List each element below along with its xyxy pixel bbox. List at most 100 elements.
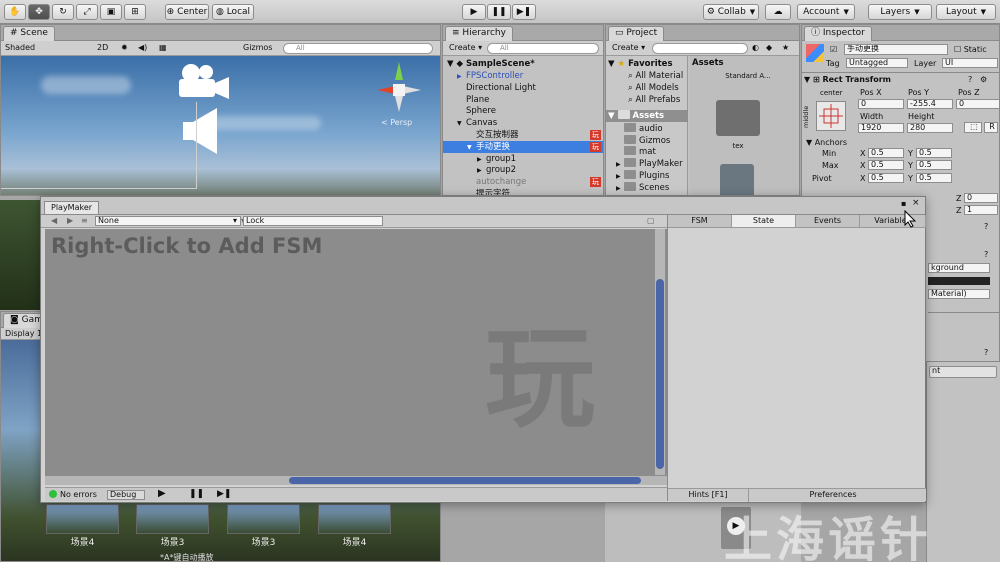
active-checkbox[interactable]: ☑ (830, 44, 837, 55)
space-toggle-button[interactable]: ◍ Local (212, 4, 254, 20)
hierarchy-item[interactable]: ▶ FPSController (443, 70, 603, 82)
layers-dropdown[interactable]: Layers ▼ (868, 4, 932, 20)
pivot-toggle-button[interactable]: ⊕ Center (165, 4, 209, 20)
hierarchy-item[interactable]: Plane (443, 94, 603, 106)
folder-item[interactable]: ▶ Scenes (616, 181, 669, 195)
step-icon[interactable]: ▶❚ (217, 488, 231, 500)
width-field[interactable]: 1920 (858, 123, 904, 133)
hierarchy-item[interactable]: Sphere (443, 105, 603, 117)
playmaker-badge-icon[interactable]: 玩 (590, 130, 601, 140)
grid-item-standard-assets[interactable]: Standard A... (698, 72, 798, 80)
tab-hierarchy[interactable]: ≡ Hierarchy (445, 26, 513, 41)
tab-scene[interactable]: # Scene (3, 26, 55, 41)
hierarchy-item[interactable]: ▶ group1 (443, 153, 603, 165)
color-swatch[interactable] (928, 277, 990, 285)
move-tool-icon[interactable]: ✥ (28, 4, 50, 20)
favorite-item[interactable]: ⌕ All Material (628, 70, 683, 82)
rect-transform-header[interactable]: ▼ ⊞ Rect Transform (804, 74, 891, 85)
horizontal-scroll-thumb[interactable] (289, 477, 641, 484)
folder-item[interactable]: ▶ PlayMaker (616, 158, 683, 170)
hints-button[interactable]: Hints [F1] (668, 490, 748, 499)
audio-toggle-icon[interactable]: ◀) (138, 42, 147, 54)
cloud-button[interactable]: ☁ (765, 4, 791, 20)
tab-project[interactable]: ▭ Project (608, 26, 665, 41)
folder-item[interactable]: mat (616, 146, 656, 158)
tab-inspector[interactable]: ⓘ Inspector (804, 26, 872, 41)
hierarchy-search-input[interactable]: All (487, 43, 599, 54)
project-search-input[interactable] (652, 43, 748, 54)
anchors-foldout[interactable]: ▼ Anchors (806, 137, 847, 148)
tab-state[interactable]: State (732, 215, 796, 227)
scene-thumbnail[interactable] (227, 504, 300, 534)
fsm-select-dropdown[interactable]: None (95, 216, 241, 226)
chevron-down-icon[interactable]: ▾ (233, 215, 237, 227)
collab-button[interactable]: ⚙ Collab ▼ (703, 4, 759, 20)
layout-dropdown[interactable]: Layout ▼ (936, 4, 996, 20)
play-button[interactable]: ▶ (462, 4, 486, 20)
hand-tool-icon[interactable]: ✋ (4, 4, 26, 20)
display-dropdown[interactable]: Display 1 (5, 328, 42, 340)
pause-button[interactable]: ❚❚ (487, 4, 511, 20)
gizmos-dropdown[interactable]: Gizmos (243, 42, 272, 54)
vertical-scrollbar[interactable] (655, 229, 665, 475)
shading-dropdown[interactable]: Shaded (5, 42, 35, 54)
scene-viewport[interactable]: < Persp (1, 56, 440, 195)
fsm-graph-canvas[interactable]: Right-Click to Add FSM 玩 (45, 229, 667, 476)
hierarchy-item[interactable]: ▼ Canvas (443, 117, 603, 129)
window-menu-icon[interactable]: ▪ (901, 199, 906, 208)
anchor-min-y-field[interactable]: 0.5 (916, 148, 952, 158)
object-name-field[interactable]: 手动更换 (844, 44, 948, 55)
star-filter-icon[interactable]: ★ (782, 42, 789, 54)
playmaker-badge-icon[interactable]: 玩 (590, 141, 601, 152)
rotate-tool-icon[interactable]: ↻ (52, 4, 74, 20)
back-arrow-icon[interactable]: ◀ (51, 215, 57, 227)
help-icon[interactable]: ? (984, 221, 988, 232)
preferences-button[interactable]: Preferences (768, 490, 898, 499)
favorite-item[interactable]: ⌕ All Prefabs (628, 94, 680, 106)
hierarchy-item[interactable]: autochange 玩 (443, 176, 603, 188)
anchor-preset-button[interactable] (816, 101, 846, 131)
chevron-right-icon[interactable]: ▶ (616, 183, 624, 195)
folder-item[interactable]: Gizmos (616, 134, 670, 147)
filter-label-icon[interactable]: ◆ (766, 42, 772, 54)
folder-item[interactable]: audio (616, 123, 663, 135)
project-create-dropdown[interactable]: Create ▾ (612, 42, 645, 54)
tab-playmaker[interactable]: PlayMaker (44, 201, 100, 214)
hierarchy-item[interactable]: 提示字符 (443, 188, 603, 195)
transform-tool-icon[interactable]: ⊞ (124, 4, 146, 20)
blueprint-mode-button[interactable]: ⬚ (964, 122, 982, 133)
scene-thumbnail[interactable] (46, 504, 119, 534)
playmaker-badge-icon[interactable]: 玩 (590, 177, 601, 188)
scene-thumbnail[interactable] (136, 504, 209, 534)
pos-y-field[interactable]: -255.4 (907, 99, 953, 109)
source-image-field[interactable]: kground (928, 263, 990, 273)
help-icon[interactable]: ? (984, 347, 988, 358)
rotation-z-field[interactable]: 0 (964, 193, 998, 203)
raw-edit-button[interactable]: R (984, 122, 998, 133)
favorites-row[interactable]: ▼ ★ Favorites (608, 58, 673, 70)
grid-item-tex[interactable]: tex (708, 142, 768, 150)
vertical-scroll-thumb[interactable] (656, 279, 664, 469)
layer-dropdown[interactable]: UI (942, 58, 998, 68)
hierarchy-item[interactable]: Directional Light (443, 82, 603, 94)
history-icon[interactable]: ≡ (81, 215, 88, 227)
static-checkbox[interactable]: ☐ Static (954, 44, 987, 55)
pause-icon[interactable]: ❚❚ (189, 488, 204, 500)
step-button[interactable]: ▶❚ (512, 4, 536, 20)
rect-tool-icon[interactable]: ▣ (100, 4, 122, 20)
account-dropdown[interactable]: Account ▼ (797, 4, 855, 20)
light-toggle-icon[interactable]: ✹ (121, 42, 128, 54)
debug-dropdown[interactable]: Debug (107, 490, 145, 500)
add-component-button[interactable]: nt (929, 366, 997, 378)
lock-toggle[interactable]: Lock (243, 216, 383, 226)
minimap-toggle-icon[interactable]: ▢ (647, 215, 655, 227)
prefab-icon[interactable] (720, 164, 754, 195)
tab-events[interactable]: Events (796, 215, 860, 227)
height-field[interactable]: 280 (907, 123, 953, 133)
pos-z-field[interactable]: 0 (956, 99, 999, 109)
persp-label[interactable]: < Persp (381, 118, 412, 127)
2d-toggle[interactable]: 2D (97, 42, 108, 54)
material-field[interactable]: Material) (928, 289, 990, 299)
folder-item[interactable]: ▶ Plugins (616, 169, 669, 182)
horizontal-scrollbar[interactable] (45, 476, 667, 485)
